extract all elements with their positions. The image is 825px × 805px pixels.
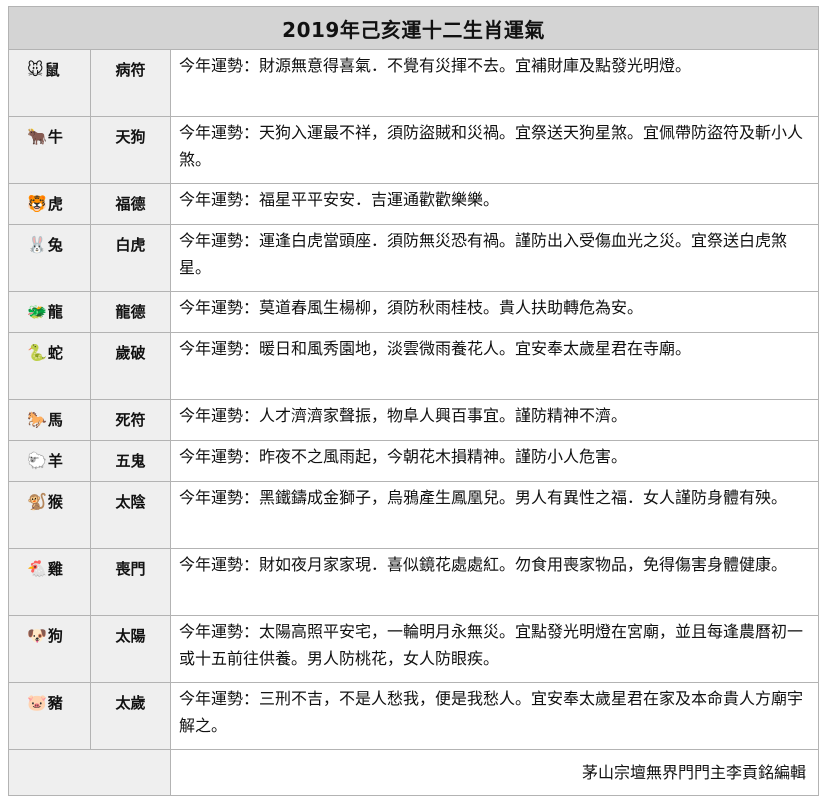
footer-empty-cell: [8, 749, 171, 796]
fortune-text: 今年運勢：財源無意得喜氣．不覺有災揮不去。宜補財庫及點發光明燈。: [169, 49, 820, 117]
tiger-icon: 🐯: [27, 194, 47, 213]
animal-name: 猴: [47, 493, 63, 511]
animal-cell: 🐲龍: [8, 291, 91, 333]
animal-name: 馬: [47, 411, 63, 429]
fortune-text: 今年運勢：黑鐵鑄成金獅子，烏鴉產生鳳凰兒。男人有異性之福．女人謹防身體有殃。: [169, 481, 820, 549]
fortune-text: 今年運勢：暖日和風秀園地，淡雲微雨養花人。宜安奉太歲星君在寺廟。: [169, 332, 820, 400]
animal-name: 牛: [47, 128, 63, 146]
star-cell: 歲破: [90, 332, 171, 400]
animal-name: 羊: [47, 452, 63, 470]
animal-cell: 🐎馬: [8, 399, 91, 441]
animal-cell: 🐶狗: [8, 615, 91, 683]
dog-icon: 🐶: [27, 626, 47, 645]
table-title: 2019年己亥運十二生肖運氣: [7, 6, 820, 50]
table-row: 🐭鼠 病符 今年運勢：財源無意得喜氣．不覺有災揮不去。宜補財庫及點發光明燈。: [8, 49, 820, 117]
animal-cell: 🐒猴: [8, 481, 91, 549]
table-row: 🐷豬 太歲 今年運勢：三刑不吉，不是人愁我，便是我愁人。宜安奉太歲星君在家及本命…: [8, 682, 820, 750]
animal-cell: 🐂牛: [8, 116, 91, 184]
animal-cell: 🐑羊: [8, 440, 91, 482]
star-cell: 白虎: [90, 224, 171, 292]
fortune-table: 2019年己亥運十二生肖運氣 🐭鼠 病符 今年運勢：財源無意得喜氣．不覺有災揮不…: [7, 6, 820, 796]
fortune-text: 今年運勢：三刑不吉，不是人愁我，便是我愁人。宜安奉太歲星君在家及本命貴人方廟宇解…: [169, 682, 820, 750]
animal-name: 鼠: [44, 61, 60, 79]
animal-cell: 🐯虎: [8, 183, 91, 225]
footer-row: 茅山宗壇無界門門主李貢銘編輯: [8, 749, 820, 796]
table-row: 🐶狗 太陽 今年運勢：太陽高照平安宅，一輪明月永無災。宜點發光明燈在宮廟，並且每…: [8, 615, 820, 683]
star-cell: 死符: [90, 399, 171, 441]
table-row: 🐑羊 五鬼 今年運勢：昨夜不之風雨起，今朝花木損精神。謹防小人危害。: [8, 440, 820, 482]
pig-icon: 🐷: [27, 693, 47, 712]
sheep-icon: 🐑: [27, 451, 47, 470]
table-row: 🐯虎 福德 今年運勢：福星平平安安．吉運通歡歡樂樂。: [8, 183, 820, 225]
animal-cell: 🐭鼠: [8, 49, 91, 117]
animal-name: 兔: [47, 236, 63, 254]
table-row: 🐲龍 龍德 今年運勢：莫道春風生楊柳，須防秋雨桂枝。貴人扶助轉危為安。: [8, 291, 820, 333]
table-row: 🐔雞 喪門 今年運勢：財如夜月家家現．喜似鏡花處處紅。勿食用喪家物品，免得傷害身…: [8, 548, 820, 616]
fortune-text: 今年運勢：福星平平安安．吉運通歡歡樂樂。: [169, 183, 820, 225]
star-cell: 太歲: [90, 682, 171, 750]
animal-name: 狗: [47, 627, 63, 645]
animal-cell: 🐔雞: [8, 548, 91, 616]
fortune-text: 今年運勢：人才濟濟家聲振，物阜人興百事宜。謹防精神不濟。: [169, 399, 820, 441]
star-cell: 五鬼: [90, 440, 171, 482]
star-cell: 病符: [90, 49, 171, 117]
table-row: 🐒猴 太陰 今年運勢：黑鐵鑄成金獅子，烏鴉產生鳳凰兒。男人有異性之福．女人謹防身…: [8, 481, 820, 549]
star-cell: 太陽: [90, 615, 171, 683]
table-row: 🐍蛇 歲破 今年運勢：暖日和風秀園地，淡雲微雨養花人。宜安奉太歲星君在寺廟。: [8, 332, 820, 400]
table-body: 🐭鼠 病符 今年運勢：財源無意得喜氣．不覺有災揮不去。宜補財庫及點發光明燈。 🐂…: [8, 49, 820, 796]
animal-cell: 🐍蛇: [8, 332, 91, 400]
table-row: 🐰兔 白虎 今年運勢：運逢白虎當頭座．須防無災恐有禍。謹防出入受傷血光之災。宜祭…: [8, 224, 820, 292]
fortune-text: 今年運勢：昨夜不之風雨起，今朝花木損精神。謹防小人危害。: [169, 440, 820, 482]
animal-cell: 🐰兔: [8, 224, 91, 292]
star-cell: 喪門: [90, 548, 171, 616]
fortune-text: 今年運勢：財如夜月家家現．喜似鏡花處處紅。勿食用喪家物品，免得傷害身體健康。: [169, 548, 820, 616]
fortune-text: 今年運勢：運逢白虎當頭座．須防無災恐有禍。謹防出入受傷血光之災。宜祭送白虎煞星。: [169, 224, 820, 292]
rabbit-icon: 🐰: [27, 235, 47, 254]
star-cell: 龍德: [90, 291, 171, 333]
snake-icon: 🐍: [27, 343, 47, 362]
editor-credit: 茅山宗壇無界門門主李貢銘編輯: [169, 749, 820, 796]
star-cell: 太陰: [90, 481, 171, 549]
ox-icon: 🐂: [27, 127, 47, 146]
dragon-icon: 🐲: [27, 302, 47, 321]
animal-name: 豬: [47, 694, 63, 712]
monkey-icon: 🐒: [27, 492, 47, 511]
star-cell: 天狗: [90, 116, 171, 184]
fortune-text: 今年運勢：天狗入運最不祥，須防盜賊和災禍。宜祭送天狗星煞。宜佩帶防盜符及斬小人煞…: [169, 116, 820, 184]
rooster-icon: 🐔: [27, 559, 47, 578]
animal-name: 雞: [47, 560, 63, 578]
rat-icon: 🐭: [27, 60, 44, 79]
star-cell: 福德: [90, 183, 171, 225]
horse-icon: 🐎: [27, 410, 47, 429]
animal-name: 蛇: [47, 344, 63, 362]
animal-name: 龍: [47, 303, 63, 321]
fortune-text: 今年運勢：太陽高照平安宅，一輪明月永無災。宜點發光明燈在宮廟，並且每逢農曆初一或…: [169, 615, 820, 683]
animal-cell: 🐷豬: [8, 682, 91, 750]
fortune-text: 今年運勢：莫道春風生楊柳，須防秋雨桂枝。貴人扶助轉危為安。: [169, 291, 820, 333]
table-row: 🐎馬 死符 今年運勢：人才濟濟家聲振，物阜人興百事宜。謹防精神不濟。: [8, 399, 820, 441]
animal-name: 虎: [47, 195, 63, 213]
table-row: 🐂牛 天狗 今年運勢：天狗入運最不祥，須防盜賊和災禍。宜祭送天狗星煞。宜佩帶防盜…: [8, 116, 820, 184]
